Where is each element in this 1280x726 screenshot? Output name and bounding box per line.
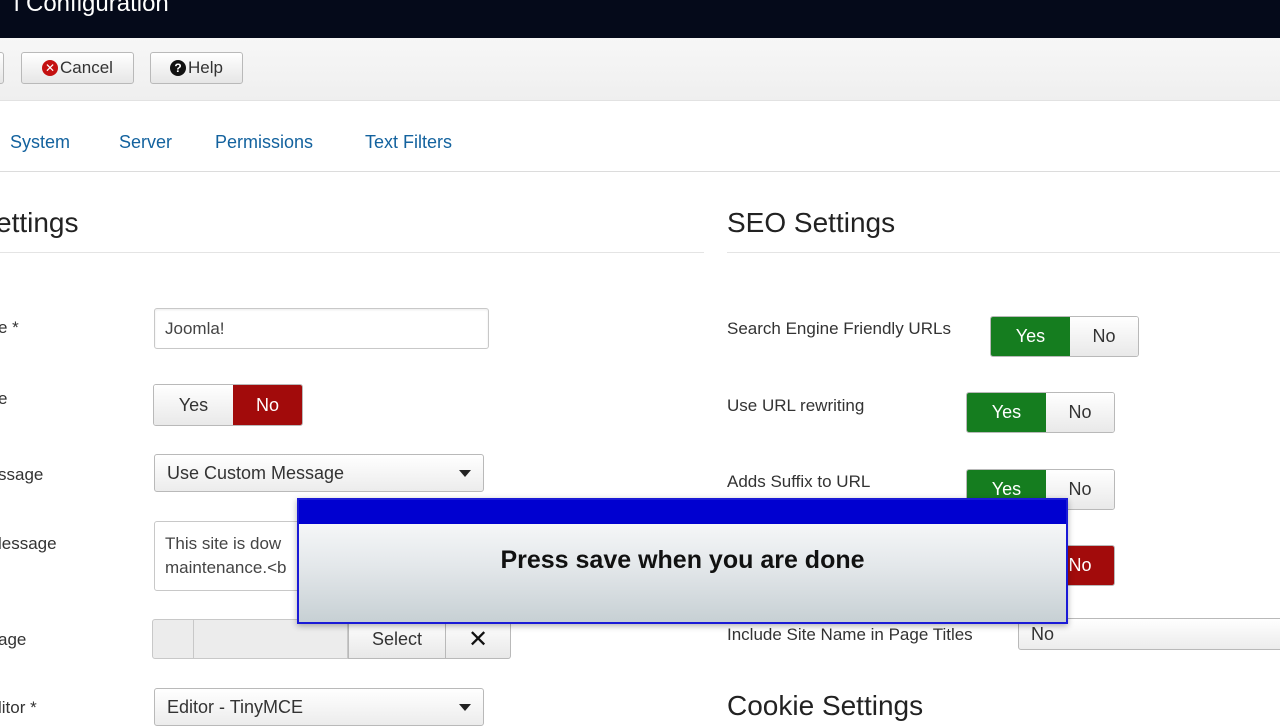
default-editor-value: Editor - TinyMCE [167, 696, 304, 717]
site-settings-heading: ettings [0, 207, 79, 238]
site-offline-toggle: Yes No [153, 384, 303, 426]
offline-image-label: age [0, 630, 27, 649]
save-button[interactable] [0, 52, 4, 84]
tab-system[interactable]: System [10, 132, 70, 153]
offline-message-select[interactable]: Use Custom Message [154, 454, 484, 492]
title-bar [0, 0, 1280, 38]
url-rewriting-toggle: Yes No [966, 392, 1115, 433]
cancel-icon: ✕ [42, 60, 59, 76]
site-settings-divider [0, 252, 704, 253]
site-offline-no[interactable]: No [232, 385, 302, 425]
page-title: l Configuration [14, 0, 169, 17]
default-editor-select[interactable]: Editor - TinyMCE [154, 688, 484, 726]
default-editor-label: litor * [0, 698, 37, 717]
site-name-value: Joomla! [165, 318, 225, 338]
url-rewriting-no[interactable]: No [1045, 393, 1114, 432]
cancel-button[interactable]: ✕ Cancel [21, 52, 134, 84]
offline-image-field: Select ✕ [152, 619, 511, 659]
image-preview [152, 619, 194, 659]
overlay-message: Press save when you are done [500, 546, 865, 574]
site-name-titles-label: Include Site Name in Page Titles [727, 625, 973, 644]
close-icon: ✕ [467, 625, 489, 653]
offline-message-label: ssage [0, 465, 44, 484]
custom-message-label: lessage [0, 534, 57, 553]
cookie-settings-heading: Cookie Settings [727, 690, 924, 721]
chevron-down-icon [459, 469, 471, 477]
help-label: Help [188, 58, 223, 77]
image-select-button[interactable]: Select [348, 619, 446, 659]
tab-text-filters[interactable]: Text Filters [365, 132, 452, 153]
sef-urls-label: Search Engine Friendly URLs [727, 319, 951, 338]
sef-urls-yes[interactable]: Yes [991, 317, 1070, 356]
site-offline-label: e [0, 389, 8, 408]
tab-server[interactable]: Server [119, 132, 172, 153]
tab-bar [0, 101, 1280, 172]
url-rewriting-label: Use URL rewriting [727, 396, 865, 415]
suffix-label: Adds Suffix to URL [727, 472, 871, 491]
site-name-input[interactable]: Joomla! [154, 308, 489, 349]
overlay-title-bar [299, 500, 1066, 524]
seo-settings-divider [727, 252, 1280, 253]
cancel-label: Cancel [60, 58, 113, 77]
tutorial-overlay: Press save when you are done [297, 498, 1068, 624]
sef-urls-toggle: Yes No [990, 316, 1139, 357]
image-path-input[interactable] [194, 619, 348, 659]
url-rewriting-yes[interactable]: Yes [967, 393, 1046, 432]
help-icon: ? [170, 60, 187, 76]
sef-urls-no[interactable]: No [1069, 317, 1138, 356]
offline-message-value: Use Custom Message [167, 462, 345, 483]
site-offline-yes[interactable]: Yes [154, 385, 233, 425]
chevron-down-icon [459, 703, 471, 711]
site-name-titles-value: No [1031, 623, 1055, 644]
seo-settings-heading: SEO Settings [727, 207, 896, 238]
help-button[interactable]: ? Help [150, 52, 243, 84]
site-name-label: e * [0, 318, 19, 337]
image-clear-button[interactable]: ✕ [446, 619, 511, 659]
tab-permissions[interactable]: Permissions [215, 132, 313, 153]
